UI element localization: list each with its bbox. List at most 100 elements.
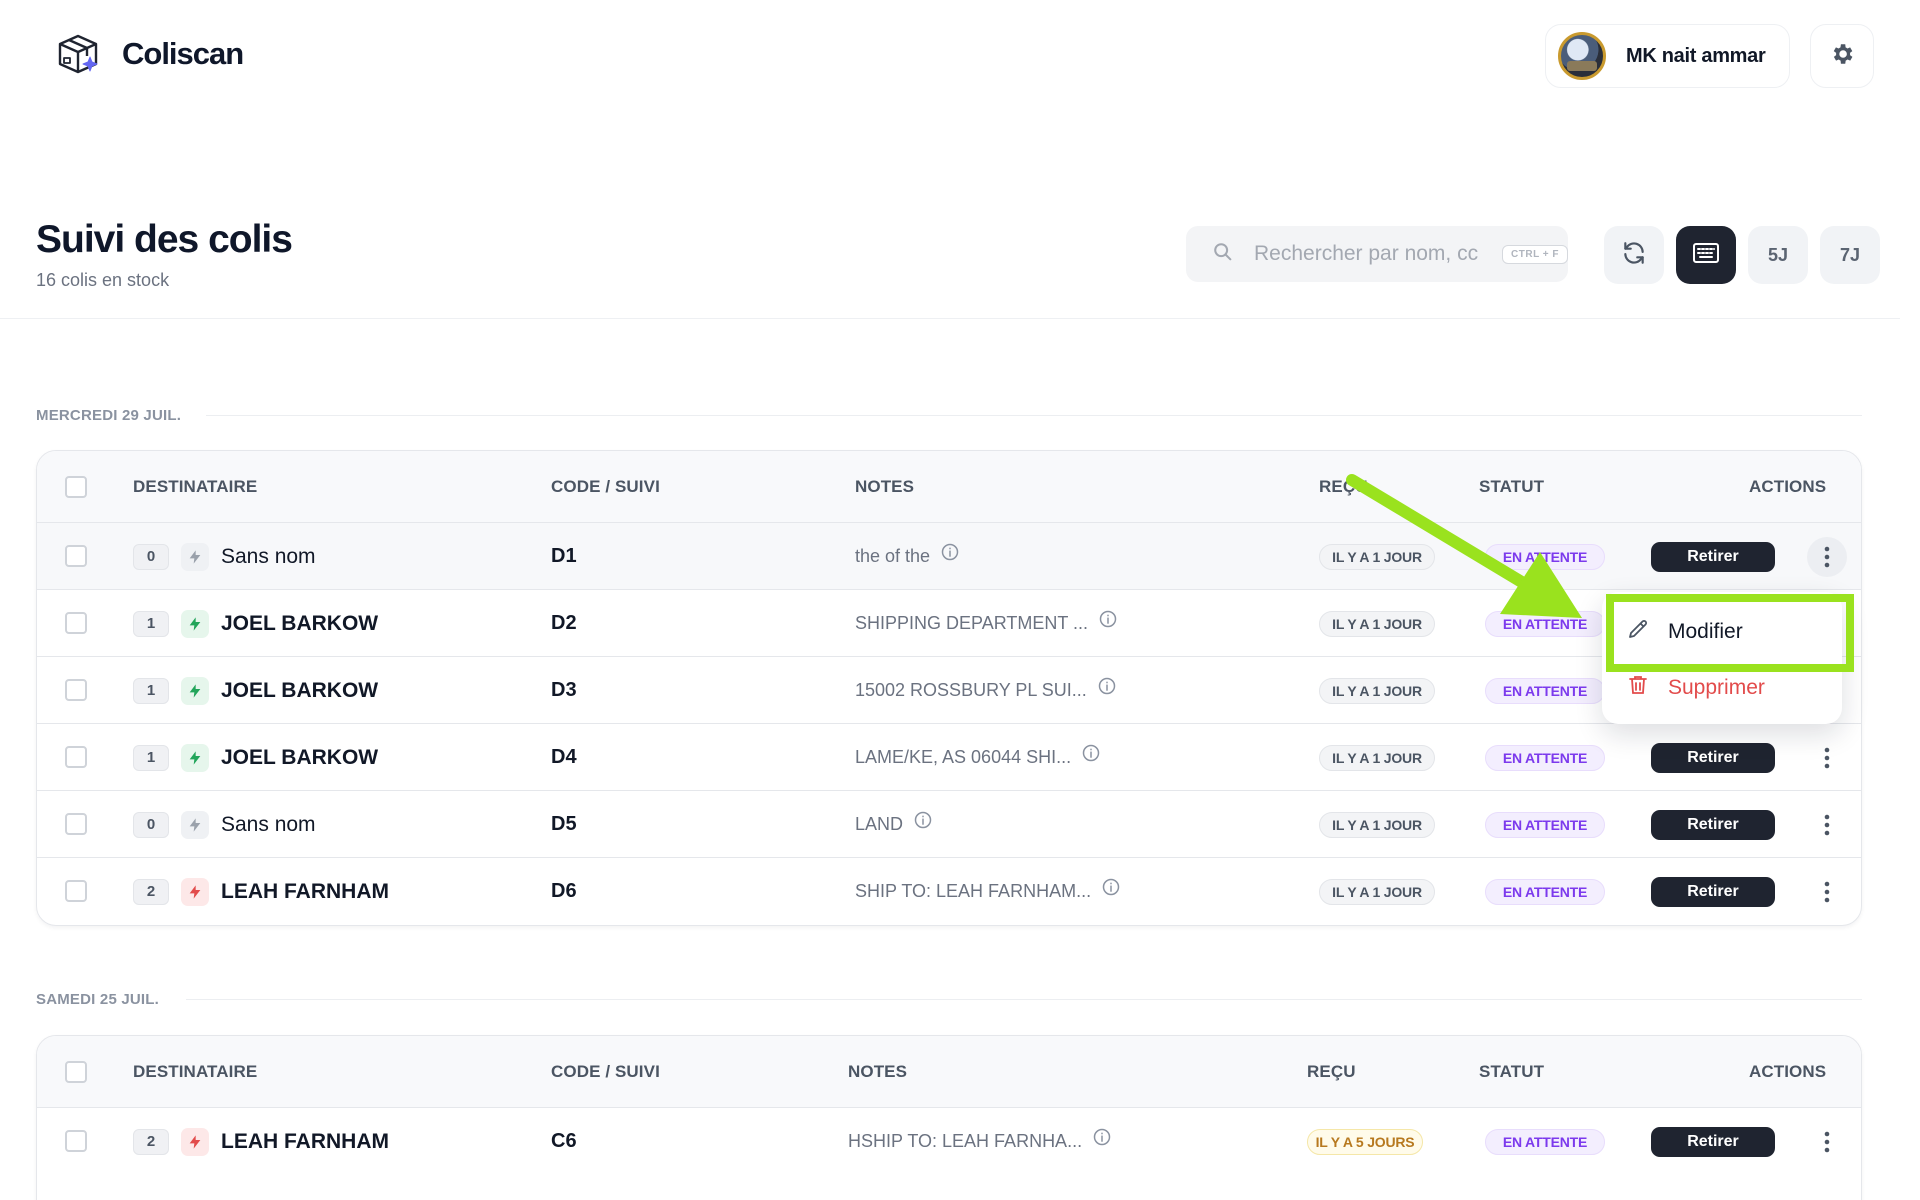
brand[interactable]: Coliscan: [54, 30, 244, 78]
bolt-icon: [181, 811, 209, 839]
column-header-recipient[interactable]: DESTINATAIRE: [133, 1036, 257, 1108]
search-input[interactable]: Rechercher par nom, cc CTRL + F: [1186, 226, 1568, 282]
column-header-code[interactable]: CODE / SUIVI: [551, 1036, 660, 1108]
recipient-name[interactable]: LEAH FARNHAM: [221, 858, 389, 925]
settings-button[interactable]: [1810, 24, 1874, 88]
column-header-notes[interactable]: NOTES: [855, 451, 914, 523]
bolt-icon: [181, 610, 209, 638]
status-badge: EN ATTENTE: [1485, 745, 1605, 771]
keyboard-icon: [1692, 241, 1720, 270]
refresh-icon: [1621, 240, 1647, 271]
row-checkbox[interactable]: [65, 813, 87, 835]
annotation-highlight-box: [1606, 594, 1854, 672]
table-row[interactable]: 1 JOEL BARKOW D3 15002 ROSSBURY PL SUI... IL…: [37, 657, 1861, 724]
note-cell: 15002 ROSSBURY PL SUI...: [855, 657, 1117, 724]
bolt-icon: [181, 744, 209, 772]
column-header-received[interactable]: REÇU: [1307, 1036, 1356, 1108]
received-badge: IL Y A 1 JOUR: [1319, 812, 1435, 838]
info-icon[interactable]: [1097, 657, 1117, 724]
withdraw-button[interactable]: Retirer: [1651, 810, 1775, 840]
row-checkbox[interactable]: [65, 746, 87, 768]
recipient-name[interactable]: Sans nom: [221, 791, 316, 858]
tracking-code: C6: [551, 1130, 577, 1152]
row-checkbox[interactable]: [65, 612, 87, 634]
received-badge: IL Y A 5 JOURS: [1307, 1129, 1423, 1155]
note-text: 15002 ROSSBURY PL SUI...: [855, 680, 1087, 700]
bolt-icon: [181, 1128, 209, 1156]
table-row[interactable]: 0 Sans nom D1 the of the IL Y A 1 JOUR EN ATT…: [37, 523, 1861, 590]
note-cell: HSHIP TO: LEAH FARNHA...: [848, 1108, 1112, 1175]
range-7-days-button[interactable]: 7J: [1820, 226, 1880, 284]
info-icon[interactable]: [1092, 1108, 1112, 1175]
column-header-status[interactable]: STATUT: [1479, 1036, 1544, 1108]
parcel-count-badge: 2: [133, 879, 169, 905]
withdraw-button[interactable]: Retirer: [1651, 542, 1775, 572]
parcel-count-badge: 0: [133, 812, 169, 838]
status-badge: EN ATTENTE: [1485, 611, 1605, 637]
tracking-code: D4: [551, 746, 577, 768]
info-icon[interactable]: [913, 791, 933, 858]
search-shortcut-badge: CTRL + F: [1502, 244, 1568, 264]
table-row[interactable]: 1 JOEL BARKOW D4 LAME/KE, AS 06044 SHI... IL…: [37, 724, 1861, 791]
user-profile-button[interactable]: MK nait ammar: [1545, 24, 1790, 88]
parcel-count-badge: 2: [133, 1129, 169, 1155]
page-subtitle: 16 colis en stock: [36, 270, 170, 290]
note-cell: the of the: [855, 523, 960, 590]
table-row[interactable]: 0 Sans nom D5 LAND IL Y A 1 JOUR EN ATTENTE Re…: [37, 791, 1861, 858]
tracking-code: D3: [551, 679, 577, 701]
withdraw-button[interactable]: Retirer: [1651, 1127, 1775, 1157]
column-header-actions: ACTIONS: [1749, 477, 1827, 496]
range-5-days-button[interactable]: 5J: [1748, 226, 1808, 284]
avatar: [1558, 32, 1606, 80]
column-header-notes[interactable]: NOTES: [848, 1036, 907, 1108]
info-icon[interactable]: [1098, 590, 1118, 657]
recipient-name[interactable]: JOEL BARKOW: [221, 590, 378, 657]
withdraw-button[interactable]: Retirer: [1651, 877, 1775, 907]
more-vertical-icon[interactable]: [1807, 1122, 1847, 1162]
column-header-received[interactable]: REÇU: [1319, 451, 1368, 523]
row-checkbox[interactable]: [65, 1130, 87, 1152]
table-row[interactable]: 1 JOEL BARKOW D2 SHIPPING DEPARTMENT ... IL …: [37, 590, 1861, 657]
group-date-label: MERCREDI 29 JUIL.: [36, 407, 182, 424]
more-vertical-icon[interactable]: [1807, 805, 1847, 845]
tracking-code: D6: [551, 880, 577, 902]
recipient-name[interactable]: JOEL BARKOW: [221, 724, 378, 791]
column-header-status[interactable]: STATUT: [1479, 451, 1544, 523]
status-badge: EN ATTENTE: [1485, 1129, 1605, 1155]
select-all-checkbox[interactable]: [65, 1061, 87, 1083]
parcel-count-badge: 1: [133, 745, 169, 771]
tracking-code: D5: [551, 813, 577, 835]
tracking-code: D1: [551, 545, 577, 567]
info-icon[interactable]: [940, 523, 960, 590]
keyboard-mode-button[interactable]: [1676, 226, 1736, 284]
note-text: the of the: [855, 546, 931, 566]
delete-menu-label: Supprimer: [1668, 676, 1765, 699]
column-header-code[interactable]: CODE / SUIVI: [551, 451, 660, 523]
column-header-recipient[interactable]: DESTINATAIRE: [133, 451, 257, 523]
parcel-table: DESTINATAIRE CODE / SUIVI NOTES REÇU STA…: [36, 1035, 1862, 1200]
note-cell: SHIPPING DEPARTMENT ...: [855, 590, 1118, 657]
note-text: LAND: [855, 814, 904, 834]
recipient-name[interactable]: JOEL BARKOW: [221, 657, 378, 724]
row-checkbox[interactable]: [65, 679, 87, 701]
recipient-name[interactable]: LEAH FARNHAM: [221, 1108, 389, 1175]
parcel-count-badge: 0: [133, 544, 169, 570]
row-checkbox[interactable]: [65, 545, 87, 567]
withdraw-button[interactable]: Retirer: [1651, 743, 1775, 773]
more-vertical-icon[interactable]: [1807, 872, 1847, 912]
refresh-button[interactable]: [1604, 226, 1664, 284]
search-icon: [1212, 241, 1234, 268]
received-badge: IL Y A 1 JOUR: [1319, 544, 1435, 570]
row-checkbox[interactable]: [65, 880, 87, 902]
divider: [0, 318, 1900, 319]
recipient-name[interactable]: Sans nom: [221, 523, 316, 590]
info-icon[interactable]: [1081, 724, 1101, 791]
table-row[interactable]: 2 LEAH FARNHAM C6 HSHIP TO: LEAH FARNHA... I…: [37, 1108, 1861, 1175]
select-all-checkbox[interactable]: [65, 476, 87, 498]
more-vertical-icon[interactable]: [1807, 738, 1847, 778]
table-row[interactable]: 2 LEAH FARNHAM D6 SHIP TO: LEAH FARNHAM... I…: [37, 858, 1861, 925]
info-icon[interactable]: [1101, 858, 1121, 925]
bolt-icon: [181, 677, 209, 705]
delete-menu-item[interactable]: Supprimer: [1626, 668, 1765, 708]
more-vertical-icon[interactable]: [1807, 537, 1847, 577]
